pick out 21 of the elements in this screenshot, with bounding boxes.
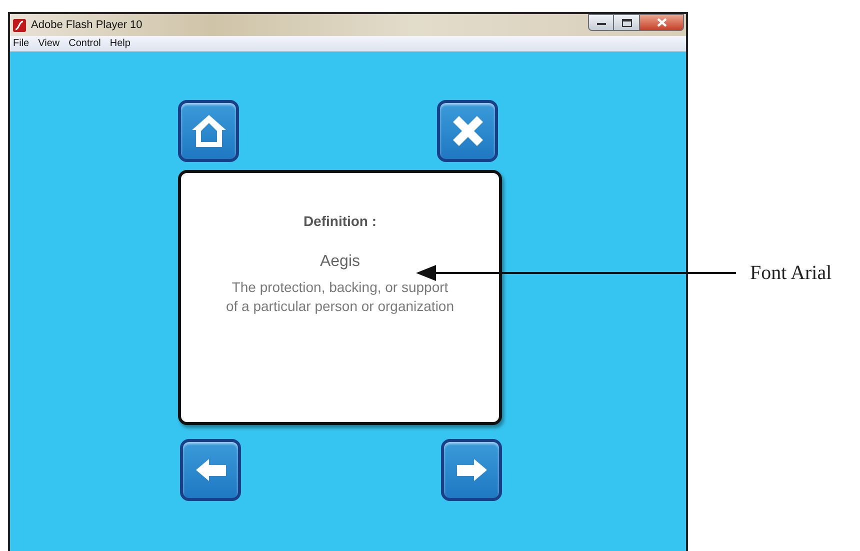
definition-text: The protection, backing, or support of a particular person or organization: [226, 278, 454, 316]
menu-item[interactable]: View: [38, 38, 60, 49]
minimize-button[interactable]: [588, 14, 614, 31]
window-title: Adobe Flash Player 10: [31, 19, 144, 31]
menu-item[interactable]: File: [13, 38, 30, 49]
left-arrow-icon: [194, 457, 228, 483]
home-button[interactable]: [178, 100, 239, 162]
back-button[interactable]: [180, 439, 241, 501]
close-icon: [656, 18, 666, 27]
maximize-button[interactable]: [614, 14, 640, 31]
right-arrow-icon: [454, 457, 488, 483]
card-heading: Definition :: [303, 213, 377, 229]
flash-logo-icon: [13, 18, 26, 32]
forward-button[interactable]: [441, 439, 502, 501]
annotation-label: Font Arial: [750, 262, 832, 284]
close-window-button[interactable]: [640, 14, 684, 31]
close-button[interactable]: [437, 100, 498, 162]
term-text: Aegis: [320, 253, 360, 271]
menu-item[interactable]: Help: [110, 38, 130, 49]
menu-item[interactable]: Control: [68, 38, 101, 49]
maximize-icon: [622, 18, 632, 26]
